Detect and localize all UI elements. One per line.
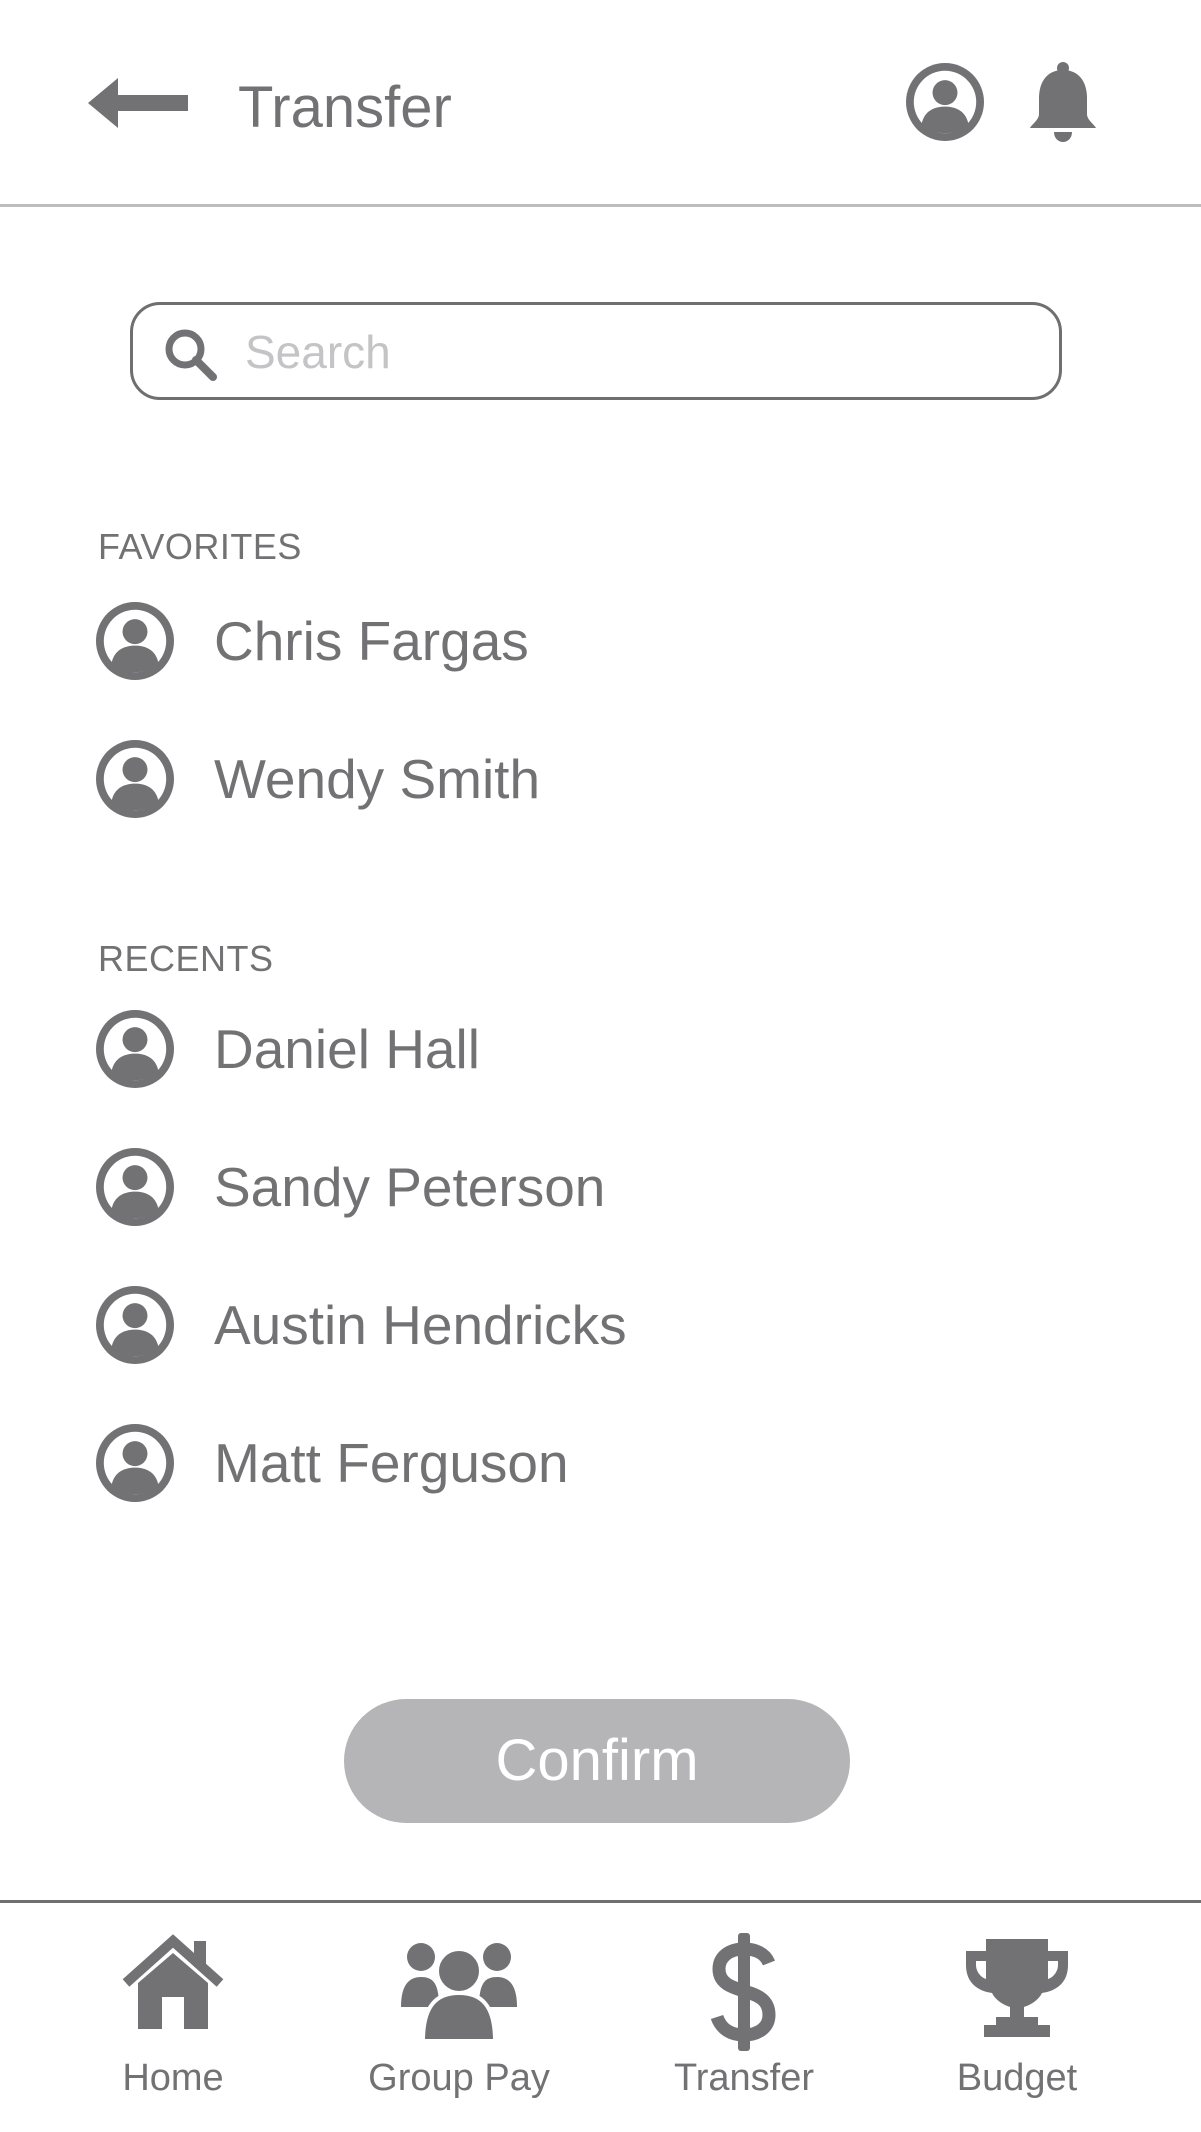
contact-item[interactable]: Matt Ferguson	[96, 1424, 996, 1506]
trophy-icon	[966, 1939, 1068, 2037]
nav-item-transfer[interactable]: Transfer	[634, 1923, 854, 2123]
page-title: Transfer	[238, 75, 452, 140]
arrow-left-icon	[88, 78, 188, 128]
nav-item-budget[interactable]: Budget	[907, 1923, 1127, 2123]
contact-item[interactable]: Daniel Hall	[96, 1010, 996, 1092]
back-button[interactable]	[88, 78, 188, 128]
notifications-button[interactable]	[1026, 62, 1100, 142]
contact-name: Daniel Hall	[214, 1018, 480, 1080]
contact-name: Chris Fargas	[214, 610, 529, 672]
transfer-screen: Transfer FAVORITES	[0, 0, 1201, 2132]
contact-name: Austin Hendricks	[214, 1294, 627, 1356]
top-app-bar: Transfer	[0, 0, 1201, 205]
user-circle-icon	[96, 1148, 174, 1226]
dollar-icon	[710, 1933, 776, 2051]
profile-button[interactable]	[906, 63, 984, 141]
favorites-heading: FAVORITES	[98, 526, 302, 567]
confirm-button[interactable]: Confirm	[344, 1699, 850, 1823]
nav-label: Home	[122, 2057, 224, 2099]
contact-item[interactable]: Austin Hendricks	[96, 1286, 996, 1368]
contact-item[interactable]: Chris Fargas	[96, 602, 996, 684]
user-circle-icon	[96, 1286, 174, 1364]
nav-item-home[interactable]: Home	[63, 1923, 283, 2123]
home-icon	[122, 1934, 224, 2029]
contact-item[interactable]: Sandy Peterson	[96, 1148, 996, 1230]
user-circle-icon	[96, 602, 174, 680]
contact-name: Matt Ferguson	[214, 1432, 569, 1494]
user-circle-icon	[96, 740, 174, 818]
user-circle-icon	[906, 63, 984, 141]
contact-name: Sandy Peterson	[214, 1156, 606, 1218]
user-circle-icon	[96, 1424, 174, 1502]
search-input[interactable]	[243, 315, 1027, 389]
nav-label: Transfer	[673, 2057, 815, 2099]
user-circle-icon	[96, 1010, 174, 1088]
bell-icon	[1030, 62, 1096, 142]
nav-item-group-pay[interactable]: Group Pay	[349, 1923, 569, 2123]
search-bar[interactable]	[130, 302, 1062, 400]
recents-heading: RECENTS	[98, 938, 274, 979]
bottom-nav: Home Group Pay Transfer Budget	[0, 1903, 1201, 2132]
nav-label: Group Pay	[368, 2057, 550, 2099]
group-icon	[401, 1943, 517, 2043]
contact-item[interactable]: Wendy Smith	[96, 740, 996, 822]
contact-name: Wendy Smith	[214, 748, 541, 810]
nav-label: Budget	[956, 2057, 1078, 2099]
header-divider	[0, 204, 1201, 207]
search-icon	[165, 329, 217, 381]
